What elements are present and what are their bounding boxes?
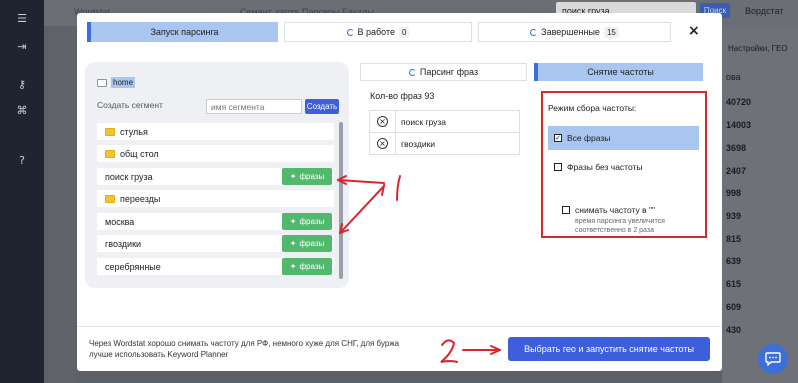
spinner-icon <box>408 68 416 76</box>
right-label: ова <box>726 72 741 82</box>
option-all-phrases[interactable]: ✓ Все фразы <box>548 126 699 150</box>
root-folder[interactable]: home <box>97 77 136 88</box>
freq-value: 615 <box>726 279 742 289</box>
tab-launch-parsing[interactable]: Запуск парсинга <box>87 22 278 42</box>
phrases-button[interactable]: ✦ фразы <box>282 235 332 252</box>
option-note: время парсинга увеличится <box>575 218 665 225</box>
sparkle-icon: ✦ <box>289 217 297 226</box>
tab-label: Парсинг фраз <box>419 67 479 77</box>
segment-label: гвоздики <box>105 238 142 249</box>
root-folder-label: home <box>111 77 136 88</box>
freq-value: 2407 <box>726 166 747 176</box>
close-icon[interactable]: × <box>688 23 700 39</box>
segments-panel: home Создать сегмент Создать стулья общ … <box>85 62 349 288</box>
menu-icon[interactable]: ☰ <box>15 12 29 25</box>
tab-phrase-parsing[interactable]: Парсинг фраз <box>360 63 527 81</box>
segment-label: серебрянные <box>105 261 161 272</box>
table-row: × поиск груза <box>369 110 520 133</box>
chat-icon <box>765 352 781 366</box>
freq-value: 14003 <box>726 120 752 130</box>
background-list <box>48 26 76 383</box>
option-without-frequency[interactable]: Фразы без частоты <box>548 155 699 179</box>
scrollbar[interactable] <box>339 122 343 279</box>
tab-label: Завершенные <box>541 27 600 37</box>
freq-value: 939 <box>726 211 742 221</box>
spinner-icon <box>346 28 354 36</box>
tab-frequency[interactable]: Снятие частоты <box>534 63 703 81</box>
mode-title: Режим сбора частоты: <box>548 103 637 113</box>
freq-value: 639 <box>726 256 742 266</box>
freq-value: 430 <box>726 325 742 335</box>
freq-value: 40720 <box>726 97 752 107</box>
phrases-button-label: фразы <box>299 262 325 271</box>
footer-divider <box>77 326 722 327</box>
sparkle-icon: ✦ <box>289 239 297 248</box>
folder-icon <box>105 149 115 158</box>
start-frequency-button[interactable]: Выбрать гео и запустить снятие частоты <box>508 337 710 361</box>
option-label: Все фразы <box>567 133 611 143</box>
frequency-mode-box: Режим сбора частоты: ✓ Все фразы Фразы б… <box>541 91 707 238</box>
login-icon[interactable]: ⇥ <box>15 40 29 53</box>
folder-icon <box>105 194 115 203</box>
table-row: × гвоздики <box>369 132 520 155</box>
tab-label: Запуск парсинга <box>150 27 219 37</box>
segment-item[interactable]: переезды <box>97 190 334 207</box>
remove-icon[interactable]: × <box>377 116 388 127</box>
freq-value: 815 <box>726 234 742 244</box>
phrases-button[interactable]: ✦ фразы <box>282 213 332 230</box>
tab-completed[interactable]: Завершенные 15 <box>478 22 671 42</box>
phrases-button[interactable]: ✦ фразы <box>282 258 332 275</box>
count-badge: 0 <box>399 26 410 38</box>
segment-name-input[interactable] <box>206 99 302 114</box>
phrases-table: × поиск груза × гвоздики <box>369 110 520 155</box>
mode-select[interactable]: Вордстат <box>745 6 784 16</box>
checkbox-checked-icon: ✓ <box>554 134 562 142</box>
freq-value: 998 <box>726 188 742 198</box>
left-sidebar: ☰ ⇥ ⚷ ⌘ ? <box>0 0 44 383</box>
parsing-modal: Запуск парсинга В работе 0 Завершенные 1… <box>77 13 722 371</box>
phrases-button-label: фразы <box>299 239 325 248</box>
segment-label: поиск груза <box>105 171 153 182</box>
chat-button[interactable] <box>758 344 788 374</box>
tab-label: В работе <box>357 27 396 37</box>
remove-icon[interactable]: × <box>377 138 388 149</box>
freq-value: 3698 <box>726 143 747 153</box>
segment-label: переезды <box>120 193 161 204</box>
phrase-cell: поиск груза <box>395 110 520 133</box>
checkbox-icon <box>554 163 562 171</box>
option-label: снимать частоту в "" <box>575 205 656 215</box>
footer-note: Через Wordstat хорошо снимать частоту дл… <box>89 339 400 359</box>
count-badge: 15 <box>603 26 619 38</box>
right-header[interactable]: Настройки, ГЕО <box>728 44 788 53</box>
phrase-cell: гвоздики <box>395 132 520 155</box>
folder-icon <box>97 78 107 87</box>
phrases-button-label: фразы <box>299 172 325 181</box>
spinner-icon <box>530 28 538 36</box>
quote-frequency-option[interactable]: снимать частоту в "" время парсинга увел… <box>562 205 682 235</box>
freq-value: 609 <box>726 302 742 312</box>
tab-in-progress[interactable]: В работе 0 <box>284 22 472 42</box>
segment-label: общ стол <box>120 148 159 159</box>
phrases-button-label: фразы <box>299 217 325 226</box>
phrases-button[interactable]: ✦ фразы <box>282 168 332 185</box>
segment-item[interactable]: стулья <box>97 123 334 140</box>
sparkle-icon: ✦ <box>289 172 297 181</box>
segment-label: стулья <box>120 126 148 137</box>
segment-item[interactable]: общ стол <box>97 145 334 162</box>
folder-icon <box>105 127 115 136</box>
sparkle-icon: ✦ <box>289 262 297 271</box>
segment-label: москва <box>105 216 135 227</box>
hierarchy-icon[interactable]: ⌘ <box>15 104 29 117</box>
option-note: соответственно в 2 раза <box>575 227 654 234</box>
create-segment-label: Создать сегмент <box>97 100 163 110</box>
key-icon[interactable]: ⚷ <box>15 78 29 91</box>
create-segment-button[interactable]: Создать <box>305 99 339 114</box>
checkbox-icon <box>562 206 570 214</box>
option-label: Фразы без частоты <box>567 162 643 172</box>
help-icon[interactable]: ? <box>15 154 29 167</box>
phrase-count: Кол-во фраз 93 <box>370 91 435 101</box>
